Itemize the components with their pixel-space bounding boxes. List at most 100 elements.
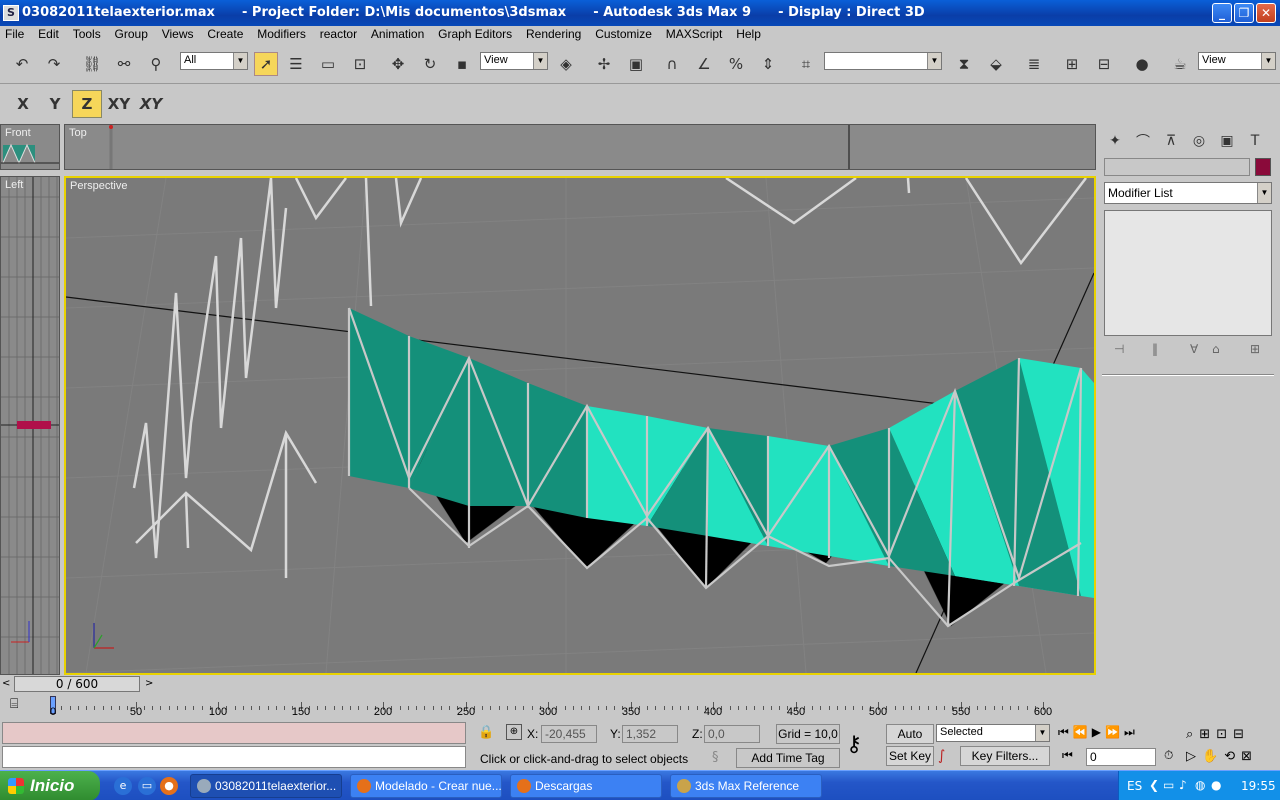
select-and-link-icon[interactable]: ⛓ xyxy=(80,52,104,76)
object-color-swatch[interactable] xyxy=(1255,158,1271,176)
schematic-view-icon[interactable]: ⊟ xyxy=(1092,52,1116,76)
field-of-view-icon[interactable]: ▷ xyxy=(1186,749,1202,764)
key-mode-toggle-icon[interactable]: ⏮ xyxy=(1062,748,1073,763)
modifier-stack[interactable] xyxy=(1104,210,1272,336)
undo-icon[interactable]: ↶ xyxy=(10,52,34,76)
top-viewport[interactable]: Top xyxy=(64,124,1096,170)
current-frame-field[interactable]: 0 xyxy=(1086,748,1156,766)
window-crossing-icon[interactable]: ⊡ xyxy=(348,52,372,76)
curve-editor-icon[interactable]: ⊞ xyxy=(1060,52,1084,76)
create-tab-icon[interactable]: ✦ xyxy=(1102,128,1128,154)
render-scene-icon[interactable]: ☕ xyxy=(1168,52,1192,76)
rotate-icon[interactable]: ↻ xyxy=(418,52,442,76)
key-curve-icon[interactable]: ∫ xyxy=(938,748,945,764)
utilities-tab-icon[interactable]: T xyxy=(1242,128,1268,154)
next-frame-icon[interactable]: > xyxy=(145,678,153,689)
pin-stack-icon[interactable]: ⊣ xyxy=(1114,342,1124,356)
arc-rotate-icon[interactable]: ⟲ xyxy=(1224,749,1241,764)
spinner-snap-icon[interactable]: ⇕ xyxy=(756,52,780,76)
menu-group[interactable]: Group xyxy=(110,26,153,41)
auto-key-button[interactable]: Auto Key xyxy=(886,724,934,759)
restrict-z-button[interactable]: Z xyxy=(72,90,102,118)
show-end-result-icon[interactable]: ‖ xyxy=(1152,342,1158,356)
show-hidden-icons-icon[interactable]: ❮ xyxy=(1149,778,1159,792)
menu-customize[interactable]: Customize xyxy=(590,26,657,41)
show-desktop-icon[interactable]: ▭ xyxy=(138,777,156,795)
minimize-button[interactable]: _ xyxy=(1212,3,1232,23)
next-frame-icon[interactable]: ⏩ xyxy=(1105,725,1124,739)
restrict-xy-button[interactable]: XY xyxy=(104,90,134,118)
time-slider-thumb[interactable]: 0 / 600 xyxy=(14,676,140,692)
play-icon[interactable]: ▶ xyxy=(1092,725,1105,739)
maxscript-listener-bottom[interactable] xyxy=(2,746,466,768)
firefox-tray-icon[interactable]: ● xyxy=(1211,778,1221,792)
snap-3d-icon[interactable]: ∩ xyxy=(660,52,684,76)
pan-icon[interactable]: ✋ xyxy=(1202,749,1224,764)
network-icon[interactable]: ▭ xyxy=(1163,778,1174,792)
menu-help[interactable]: Help xyxy=(731,26,766,41)
modify-tab-icon[interactable]: ⌒ xyxy=(1130,128,1156,154)
key-filters-button[interactable]: Key Filters... xyxy=(960,746,1050,766)
menu-maxscript[interactable]: MAXScript xyxy=(661,26,728,41)
zoom-extents-icon[interactable]: ⊡ xyxy=(1216,727,1233,742)
z-coordinate-field[interactable]: 0,0 xyxy=(704,725,760,743)
volume-icon[interactable]: ♪ xyxy=(1179,778,1187,792)
zoom-extents-all-icon[interactable]: ⊟ xyxy=(1233,727,1250,742)
layer-manager-icon[interactable]: ≣ xyxy=(1022,52,1046,76)
app-icon[interactable]: S xyxy=(3,5,19,21)
rectangular-selection-icon[interactable]: ▭ xyxy=(316,52,340,76)
display-tab-icon[interactable]: ▣ xyxy=(1214,128,1240,154)
x-coordinate-field[interactable]: -20,455 xyxy=(541,725,597,743)
close-button[interactable]: ✕ xyxy=(1256,3,1276,23)
hierarchy-tab-icon[interactable]: ⊼ xyxy=(1158,128,1184,154)
align-icon[interactable]: ⬙ xyxy=(984,52,1008,76)
time-tag-icon[interactable]: § xyxy=(712,750,719,765)
modifier-list-dropdown[interactable]: Modifier List ▼ xyxy=(1104,182,1272,204)
set-key-icon[interactable]: ⚷ xyxy=(846,732,862,757)
maximize-button[interactable]: ❐ xyxy=(1234,3,1254,23)
named-selection-dropdown[interactable]: ▼ xyxy=(824,52,942,70)
unlink-icon[interactable]: ⚯ xyxy=(112,52,136,76)
angle-snap-icon[interactable]: ∠ xyxy=(692,52,716,76)
remove-modifier-icon[interactable]: ⌂ xyxy=(1212,342,1220,356)
menu-views[interactable]: Views xyxy=(157,26,199,41)
internet-explorer-icon[interactable]: e xyxy=(114,777,132,795)
menu-file[interactable]: File xyxy=(0,26,29,41)
go-to-end-icon[interactable]: ⏭ xyxy=(1124,725,1139,739)
redo-icon[interactable]: ↷ xyxy=(42,52,66,76)
maxscript-listener-top[interactable] xyxy=(2,722,466,744)
render-type-dropdown[interactable]: View ▼ xyxy=(1198,52,1276,70)
menu-tools[interactable]: Tools xyxy=(68,26,106,41)
go-to-start-icon[interactable]: ⏮ xyxy=(1058,725,1073,739)
mini-curve-editor-icon[interactable]: ⌸ xyxy=(10,696,32,716)
menu-edit[interactable]: Edit xyxy=(33,26,64,41)
menu-rendering[interactable]: Rendering xyxy=(521,26,586,41)
cycle-plane-button[interactable]: XY xyxy=(136,90,166,118)
key-mode-dropdown[interactable]: Selected ▼ xyxy=(936,724,1050,742)
set-key-button[interactable]: Set Key xyxy=(886,746,934,766)
maximize-viewport-icon[interactable]: ⊠ xyxy=(1241,749,1258,764)
menu-create[interactable]: Create xyxy=(202,26,248,41)
security-icon[interactable]: ◍ xyxy=(1195,778,1205,792)
reference-coordinate-dropdown[interactable]: View ▼ xyxy=(480,52,548,70)
object-name-field[interactable] xyxy=(1104,158,1250,176)
select-object-icon[interactable]: ➚ xyxy=(254,52,278,76)
clock[interactable]: 19:55 xyxy=(1241,779,1276,793)
perspective-viewport[interactable]: Perspective xyxy=(64,176,1096,675)
zoom-all-icon[interactable]: ⊞ xyxy=(1199,727,1216,742)
add-time-tag-button[interactable]: Add Time Tag xyxy=(736,748,840,768)
configure-modifier-sets-icon[interactable]: ⊞ xyxy=(1250,342,1260,356)
zoom-icon[interactable]: ⌕ xyxy=(1186,727,1199,742)
select-and-manipulate-icon[interactable]: ✢ xyxy=(592,52,616,76)
time-slider[interactable]: < 0 / 600 > xyxy=(0,676,1096,692)
motion-tab-icon[interactable]: ◎ xyxy=(1186,128,1212,154)
trackbar[interactable]: ⌸ 0 50 100 150 200 250 300 350 400 450 5… xyxy=(0,692,1096,720)
selection-filter-dropdown[interactable]: All ▼ xyxy=(180,52,248,70)
left-viewport[interactable]: Left xyxy=(0,176,60,675)
scale-icon[interactable]: ▪ xyxy=(450,52,474,76)
move-icon[interactable]: ✥ xyxy=(386,52,410,76)
menu-animation[interactable]: Animation xyxy=(366,26,429,41)
restrict-y-button[interactable]: Y xyxy=(40,90,70,118)
bind-space-warp-icon[interactable]: ⚲ xyxy=(144,52,168,76)
keyboard-shortcut-override-icon[interactable]: ▣ xyxy=(624,52,648,76)
